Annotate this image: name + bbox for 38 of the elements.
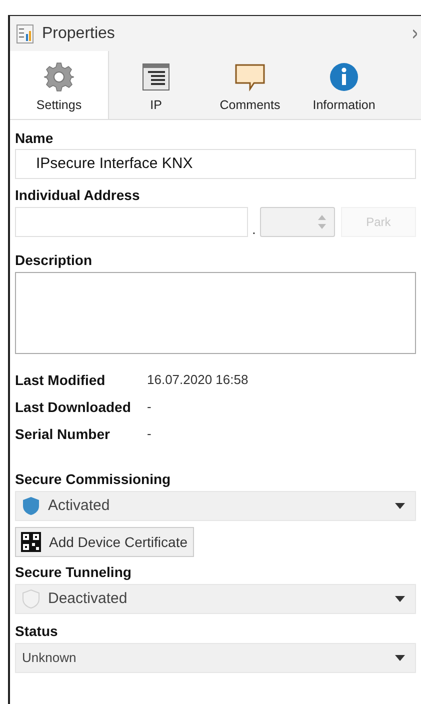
info-label: Last Modified	[15, 371, 106, 389]
shield-icon	[22, 496, 40, 516]
add-certificate-button[interactable]: Add Device Certificate	[15, 527, 194, 557]
info-label: Serial Number	[15, 425, 111, 443]
speech-bubble-icon	[234, 62, 266, 92]
dropdown-caret-icon	[395, 655, 405, 661]
document-chart-icon	[16, 24, 34, 44]
field-label: Status	[15, 622, 59, 640]
tab[interactable]: Settings	[10, 51, 109, 119]
dropdown[interactable]: Activated	[15, 491, 416, 521]
dropdown-value: Deactivated	[48, 588, 128, 609]
description-field[interactable]	[15, 272, 416, 354]
dropdown-value: Unknown	[22, 649, 78, 668]
spinner-arrows-icon	[318, 215, 326, 229]
dropdown-value: Activated	[48, 496, 111, 516]
window-title: Properties	[42, 24, 116, 44]
close-icon[interactable]	[413, 29, 417, 39]
qr-code-icon	[21, 532, 41, 552]
name-field[interactable]: IPsecure Interface KNX	[15, 149, 416, 179]
dropdown-caret-icon	[395, 596, 405, 602]
address-field[interactable]	[15, 207, 248, 237]
info-value: -	[147, 425, 152, 444]
field-label: Secure Commissioning	[15, 470, 172, 488]
field-label: Individual Address	[15, 186, 141, 204]
info-icon	[329, 62, 359, 92]
address-separator: .	[252, 222, 256, 237]
dropdown-caret-icon	[395, 503, 405, 509]
dropdown[interactable]: Unknown	[15, 643, 416, 673]
field-label: Description	[15, 251, 94, 269]
list-window-icon	[141, 62, 171, 92]
field-label: Name	[15, 129, 54, 147]
info-value: -	[147, 398, 152, 416]
gear-icon	[44, 62, 74, 92]
info-label: Last Downloaded	[15, 398, 132, 416]
info-value: 16.07.2020 16:58	[147, 371, 248, 390]
dropdown[interactable]: Deactivated	[15, 584, 416, 614]
field-label: Secure Tunneling	[15, 563, 132, 581]
shield-icon	[22, 589, 40, 609]
